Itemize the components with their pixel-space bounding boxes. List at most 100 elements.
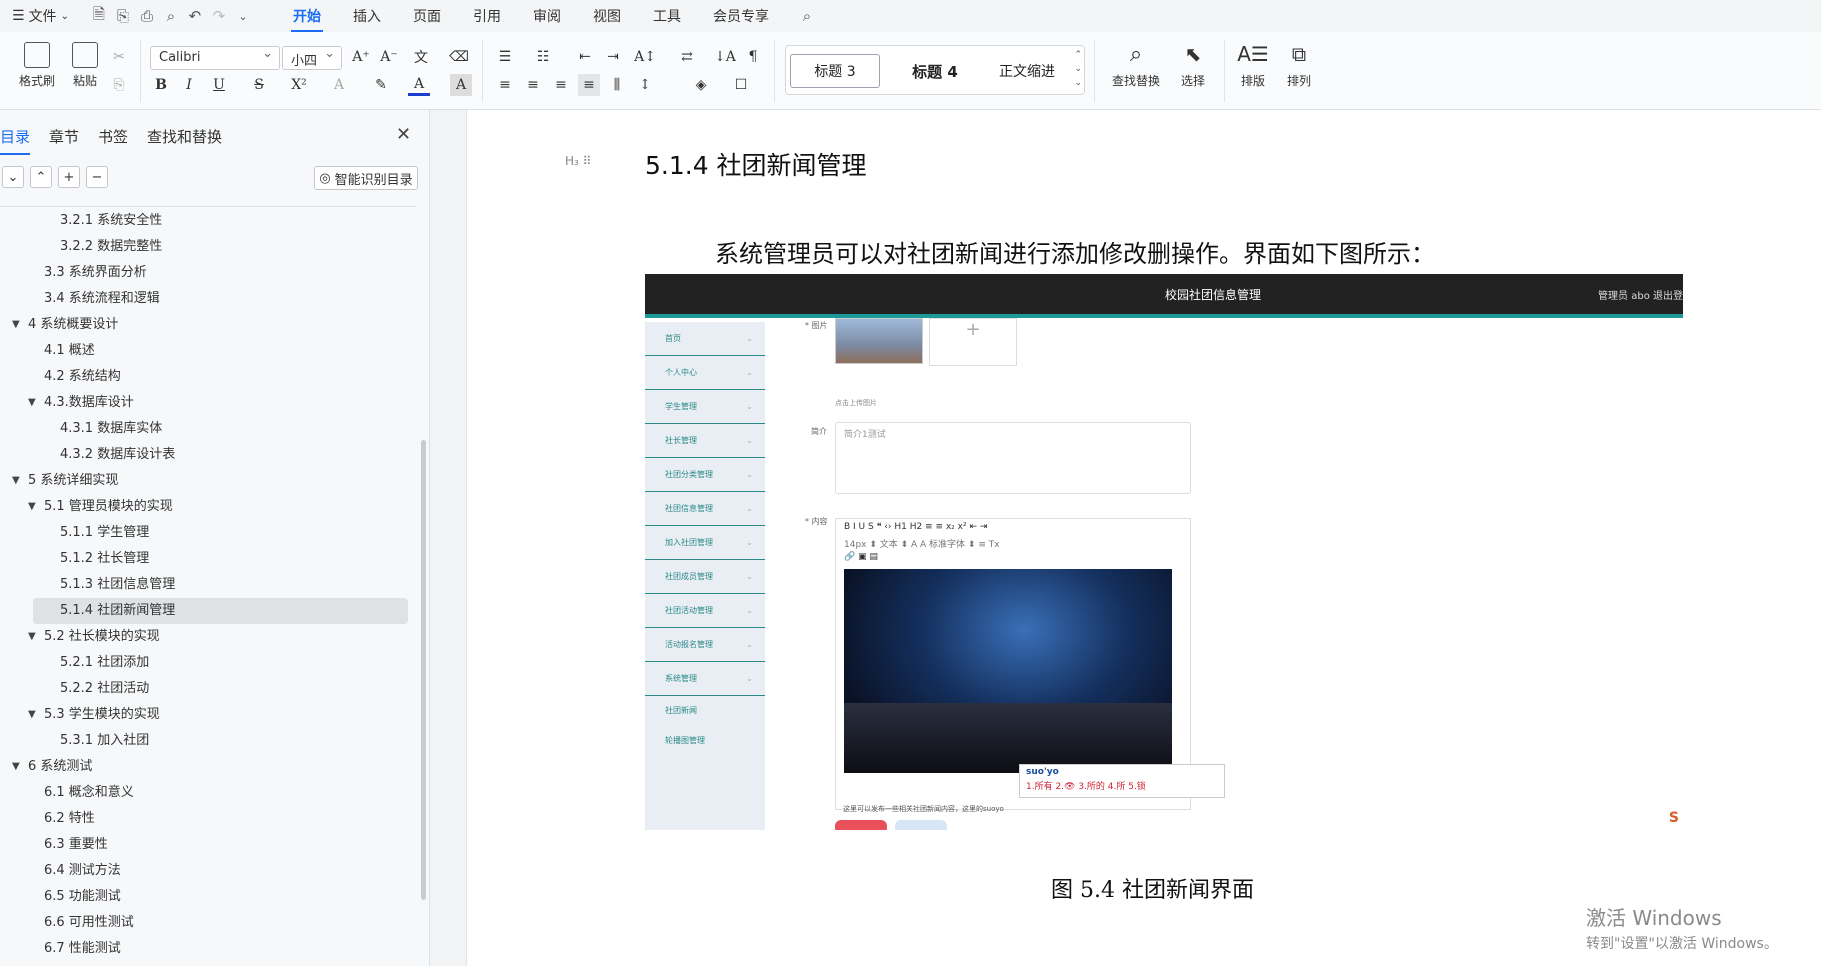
tab-toc[interactable]: 目录 bbox=[0, 126, 31, 155]
tab-member[interactable]: 会员专享 bbox=[711, 2, 771, 30]
styles-scroll-icon[interactable]: ⌃ ⌄ ⌄ bbox=[1074, 48, 1082, 90]
shrink-font-icon[interactable]: A⁻ bbox=[378, 46, 400, 68]
toc-item[interactable]: 5.1.4 社团新闻管理 bbox=[33, 598, 408, 624]
toc-item[interactable]: 3.2.2 数据完整性 bbox=[0, 234, 420, 260]
section-heading[interactable]: 5.1.4 社团新闻管理 bbox=[645, 146, 867, 182]
print-preview-icon[interactable]: ⌕ bbox=[159, 4, 183, 28]
toc-item[interactable]: 5.1.3 社团信息管理 bbox=[0, 572, 420, 598]
toc-item[interactable]: ▼ 4.3.数据库设计 bbox=[0, 390, 420, 416]
font-size-select[interactable]: 小四 bbox=[282, 46, 342, 70]
italic-icon[interactable]: I bbox=[178, 74, 200, 96]
toc-item[interactable]: 3.3 系统界面分析 bbox=[0, 260, 420, 286]
toc-item[interactable]: ▼ 4 系统概要设计 bbox=[0, 312, 420, 338]
tab-view[interactable]: 视图 bbox=[591, 2, 623, 30]
text-effect-icon[interactable]: A bbox=[328, 74, 350, 96]
toc-item[interactable]: 6.2 特性 bbox=[0, 806, 420, 832]
line-spacing-icon[interactable]: ↕ bbox=[634, 74, 656, 96]
find-replace-button[interactable]: ⌕ 查找替换 bbox=[1106, 42, 1166, 89]
toc-item[interactable]: ▼ 5.3 学生模块的实现 bbox=[0, 702, 420, 728]
layout-button[interactable]: A☰ 排版 bbox=[1228, 42, 1278, 89]
font-name-select[interactable]: Calibri bbox=[150, 46, 280, 70]
tab-home[interactable]: 开始 bbox=[290, 2, 323, 32]
toc-item[interactable]: ▼ 5.2 社长模块的实现 bbox=[0, 624, 420, 650]
print-icon[interactable]: ⎙ bbox=[135, 4, 159, 28]
toc-item[interactable]: 5.2.1 社团添加 bbox=[0, 650, 420, 676]
embedded-screenshot[interactable]: 校园社团信息管理 管理员 abo 退出登 首页 个人中心 学生管理 社长管理 社… bbox=[645, 274, 1683, 830]
expand-arrow-icon[interactable]: ▼ bbox=[12, 754, 20, 780]
clear-format-icon[interactable]: ⌫ bbox=[448, 46, 470, 68]
char-shading-icon[interactable]: A bbox=[450, 74, 472, 96]
toc-item[interactable]: ▼ 6 系统测试 bbox=[0, 754, 420, 780]
justify-icon[interactable]: ≡ bbox=[578, 74, 600, 96]
undo-icon[interactable]: ↶ bbox=[183, 4, 207, 28]
file-menu[interactable]: ☰ 文件 ⌄ bbox=[8, 6, 73, 26]
toc-item[interactable]: 6.5 功能测试 bbox=[0, 884, 420, 910]
cut-icon[interactable]: ✂ bbox=[108, 46, 130, 68]
toc-item[interactable]: 3.4 系统流程和逻辑 bbox=[0, 286, 420, 312]
text-direction-icon[interactable]: A↕ bbox=[634, 46, 656, 68]
format-painter-button[interactable]: 格式刷 bbox=[12, 42, 62, 89]
tab-tools[interactable]: 工具 bbox=[651, 2, 683, 30]
copy-icon[interactable]: ⎘ bbox=[108, 74, 130, 96]
tab-bookmarks[interactable]: 书签 bbox=[98, 126, 128, 155]
expand-arrow-icon[interactable]: ▼ bbox=[28, 494, 36, 520]
toc-item[interactable]: ▼ 5 系统详细实现 bbox=[0, 468, 420, 494]
decrease-indent-icon[interactable]: ⇤ bbox=[574, 46, 596, 68]
expand-arrow-icon[interactable]: ▼ bbox=[28, 390, 36, 416]
expand-icon[interactable]: ⌃ bbox=[30, 166, 52, 188]
toc-item[interactable]: 5.1.2 社长管理 bbox=[0, 546, 420, 572]
toc-item[interactable]: 6.4 测试方法 bbox=[0, 858, 420, 884]
underline-icon[interactable]: U bbox=[208, 74, 230, 96]
scrollbar[interactable] bbox=[421, 440, 426, 900]
numbered-list-icon[interactable]: ☷ bbox=[532, 46, 554, 68]
toc-item[interactable]: 4.3.2 数据库设计表 bbox=[0, 442, 420, 468]
redo-icon[interactable]: ↷ bbox=[207, 4, 231, 28]
increase-indent-icon[interactable]: ⇥ bbox=[602, 46, 624, 68]
expand-arrow-icon[interactable]: ▼ bbox=[28, 624, 36, 650]
grow-font-icon[interactable]: A⁺ bbox=[350, 46, 372, 68]
collapse-icon[interactable]: ⌄ bbox=[2, 166, 24, 188]
expand-arrow-icon[interactable]: ▼ bbox=[28, 702, 36, 728]
ai-toc-button[interactable]: ◎ 智能识别目录 bbox=[314, 166, 418, 190]
show-marks-icon[interactable]: ¶ bbox=[742, 46, 764, 68]
font-color-icon[interactable]: A bbox=[408, 74, 430, 96]
style-heading-3[interactable]: 标题 3 bbox=[790, 54, 880, 88]
toc-item[interactable]: 6.6 可用性测试 bbox=[0, 910, 420, 936]
border-icon[interactable]: ☐ bbox=[730, 74, 752, 96]
style-heading-4[interactable]: 标题 4 bbox=[890, 54, 980, 88]
toc-item[interactable]: 6.3 重要性 bbox=[0, 832, 420, 858]
body-paragraph[interactable]: 系统管理员可以对社团新闻进行添加修改删操作。界面如下图所示： bbox=[715, 234, 1435, 269]
bullet-list-icon[interactable]: ☰ bbox=[494, 46, 516, 68]
remove-icon[interactable]: − bbox=[86, 166, 108, 188]
expand-arrow-icon[interactable]: ▼ bbox=[12, 468, 20, 494]
bold-icon[interactable]: B bbox=[150, 74, 172, 96]
toc-item[interactable]: 4.3.1 数据库实体 bbox=[0, 416, 420, 442]
figure-caption[interactable]: 图 5.4 社团新闻界面 bbox=[1051, 872, 1254, 904]
expand-arrow-icon[interactable]: ▼ bbox=[12, 312, 20, 338]
more-chevron-icon[interactable]: ⌄ bbox=[231, 4, 255, 28]
toc-item[interactable]: 4.2 系统结构 bbox=[0, 364, 420, 390]
shading-icon[interactable]: ◈ bbox=[690, 74, 712, 96]
style-body-indent[interactable]: 正文缩进 bbox=[982, 54, 1072, 88]
save-icon[interactable]: 🗎 bbox=[87, 4, 111, 28]
tab-reference[interactable]: 引用 bbox=[471, 2, 503, 30]
arrange-button[interactable]: ⧉ 排列 bbox=[1274, 42, 1324, 89]
tab-review[interactable]: 审阅 bbox=[531, 2, 563, 30]
highlight-icon[interactable]: ✎ bbox=[370, 74, 392, 96]
toc-item[interactable]: 3.2.1 系统安全性 bbox=[0, 208, 420, 234]
tab-insert[interactable]: 插入 bbox=[351, 2, 383, 30]
toc-item[interactable]: 5.1.1 学生管理 bbox=[0, 520, 420, 546]
tab-find-replace[interactable]: 查找和替换 bbox=[147, 126, 222, 155]
sort-icon[interactable]: ↓A bbox=[714, 46, 736, 68]
add-icon[interactable]: + bbox=[58, 166, 80, 188]
phonetic-icon[interactable]: 文 bbox=[410, 46, 432, 68]
close-icon[interactable]: ✕ bbox=[396, 124, 411, 145]
select-button[interactable]: ⬉ 选择 bbox=[1168, 42, 1218, 89]
tab-page[interactable]: 页面 bbox=[411, 2, 443, 30]
paste-button[interactable]: 粘贴 bbox=[60, 42, 110, 89]
toc-item[interactable]: 5.3.1 加入社团 bbox=[0, 728, 420, 754]
heading-marker-icon[interactable]: H₃ ⠿ bbox=[565, 154, 591, 168]
convert-icon[interactable]: ⇄ bbox=[676, 46, 698, 68]
toc-item[interactable]: ▼ 5.1 管理员模块的实现 bbox=[0, 494, 420, 520]
export-icon[interactable]: ⎘ bbox=[111, 4, 135, 28]
